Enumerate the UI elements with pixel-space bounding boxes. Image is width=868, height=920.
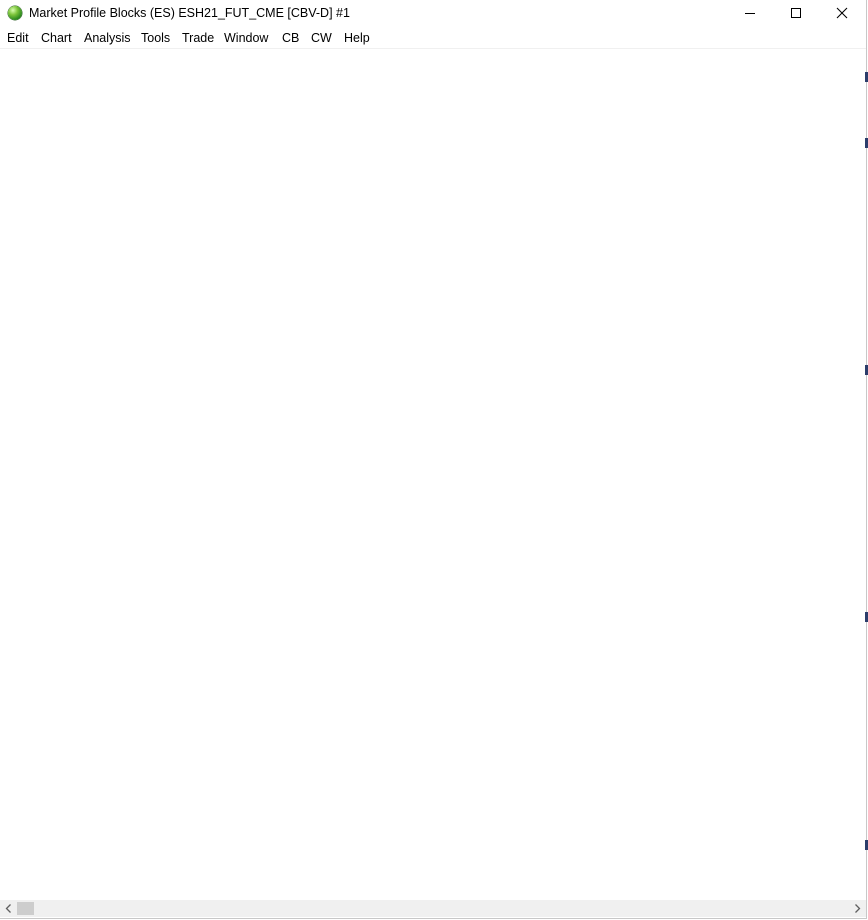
minimize-icon [745, 13, 755, 14]
chart-canvas[interactable] [0, 49, 866, 900]
close-button[interactable] [819, 0, 865, 27]
menu-edit[interactable]: Edit [7, 31, 29, 45]
menu-bar: Edit Chart Analysis Tools Trade Window C… [0, 28, 866, 49]
chevron-right-icon [855, 904, 861, 913]
chevron-left-icon [5, 904, 11, 913]
app-window: Market Profile Blocks (ES) ESH21_FUT_CME… [0, 0, 867, 919]
window-title: Market Profile Blocks (ES) ESH21_FUT_CME… [29, 6, 350, 20]
maximize-icon [791, 8, 801, 18]
scroll-left-button[interactable] [0, 900, 17, 917]
menu-window[interactable]: Window [224, 31, 268, 45]
menu-trade[interactable]: Trade [182, 31, 214, 45]
title-bar[interactable]: Market Profile Blocks (ES) ESH21_FUT_CME… [0, 0, 866, 27]
menu-cw[interactable]: CW [311, 31, 332, 45]
globe-icon [8, 6, 22, 20]
menu-cb[interactable]: CB [282, 31, 299, 45]
scroll-thumb[interactable] [17, 902, 34, 915]
minimize-button[interactable] [727, 0, 773, 27]
horizontal-scrollbar[interactable] [0, 900, 866, 917]
menu-tools[interactable]: Tools [141, 31, 170, 45]
maximize-button[interactable] [773, 0, 819, 27]
close-icon [836, 7, 848, 19]
scroll-right-button[interactable] [849, 900, 866, 917]
menu-chart[interactable]: Chart [41, 31, 72, 45]
menu-analysis[interactable]: Analysis [84, 31, 131, 45]
menu-help[interactable]: Help [344, 31, 370, 45]
